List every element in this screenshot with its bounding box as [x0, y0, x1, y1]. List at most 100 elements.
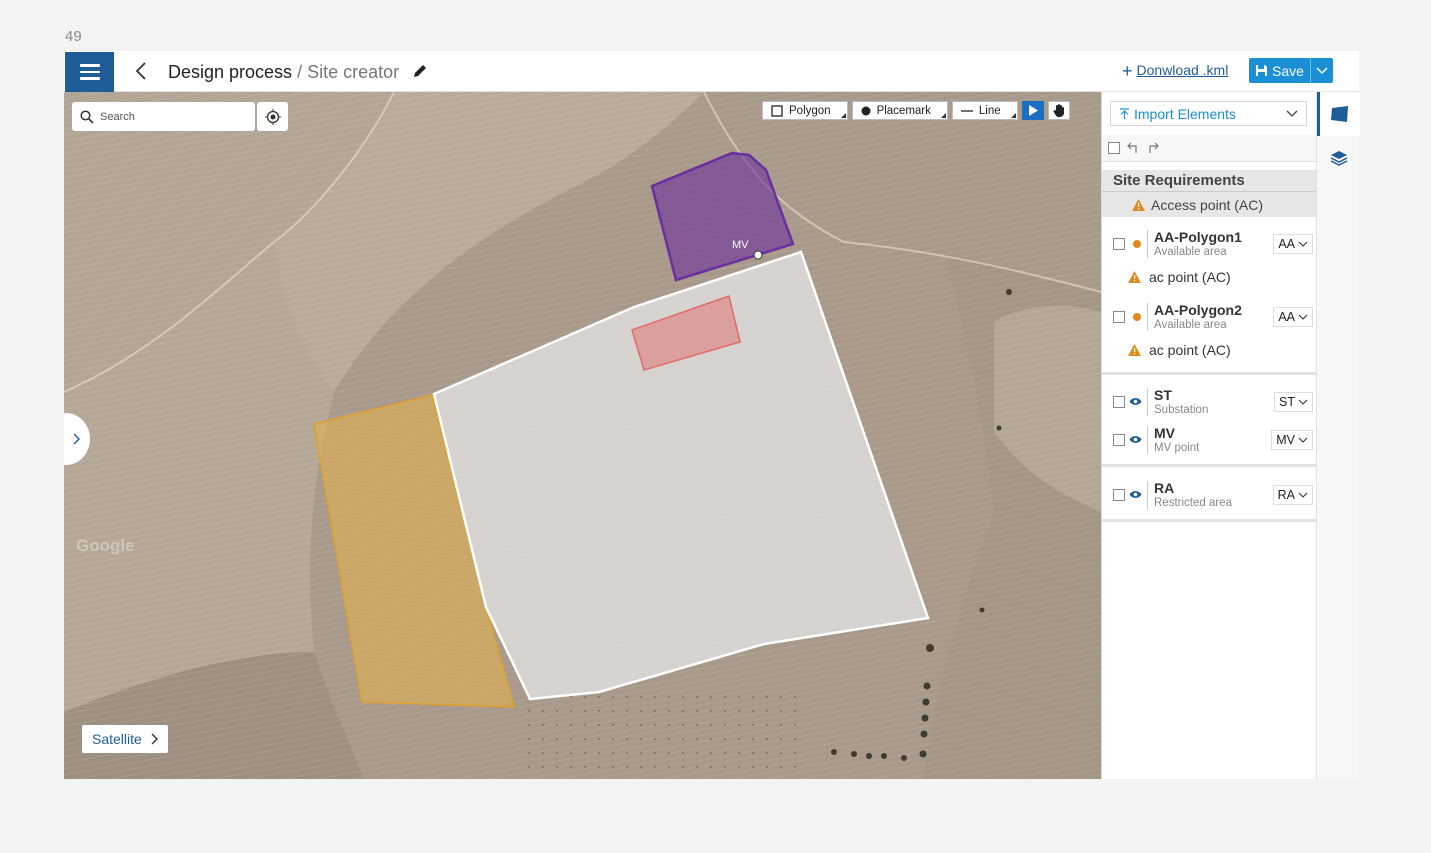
placemark-tool-label: Placemark [876, 104, 931, 117]
warning-icon [1132, 198, 1145, 211]
breadcrumb-root[interactable]: Design process [168, 62, 292, 82]
download-kml-link[interactable]: + Donwload .kml [1122, 61, 1228, 82]
play-arrow-icon [1028, 105, 1038, 116]
save-label: Save [1272, 62, 1304, 79]
pan-tool-button[interactable] [1047, 101, 1070, 120]
search-input[interactable] [100, 110, 240, 123]
rail-layers-tab[interactable] [1317, 136, 1360, 180]
warning-text: ac point (AC) [1149, 342, 1231, 358]
save-button[interactable]: Save [1249, 58, 1310, 83]
item-name: AA-Polygon2 [1154, 302, 1242, 318]
chevron-down-icon [1298, 492, 1308, 498]
section-divider [1102, 464, 1317, 467]
eye-icon[interactable] [1129, 397, 1142, 406]
floppy-disk-icon [1256, 65, 1267, 76]
item-name: RA [1154, 480, 1175, 496]
crosshair-icon [264, 108, 281, 125]
polygon2-warning: ac point (AC) [1128, 342, 1231, 358]
elements-panel: Import Elements Site Requirements Access… [1101, 92, 1317, 779]
divider [1147, 388, 1148, 416]
menu-bar [79, 70, 100, 74]
warning-icon [1128, 271, 1141, 283]
item-description: Available area [1154, 246, 1227, 258]
divider [1147, 426, 1148, 454]
divider [1147, 481, 1148, 509]
save-options-dropdown[interactable] [1309, 58, 1333, 83]
mv-point-label: MV [732, 239, 749, 251]
select-all-checkbox[interactable] [1108, 142, 1120, 154]
item-type-value: AA [1278, 237, 1295, 251]
divider [1147, 230, 1148, 258]
eye-icon[interactable] [1129, 490, 1142, 499]
list-item-aa-polygon2[interactable]: AA-Polygon2 Available area AA [1102, 299, 1317, 335]
warning-icon [1128, 344, 1141, 356]
item-type-dropdown[interactable]: RA [1272, 485, 1313, 505]
app-window: Design process / Site creator + Donwload … [64, 51, 1360, 779]
status-dot [1133, 313, 1141, 321]
item-checkbox[interactable] [1113, 489, 1125, 501]
line-tool-label: Line [978, 104, 1001, 117]
item-type-dropdown[interactable]: AA [1273, 307, 1313, 327]
rail-elements-tab[interactable] [1317, 92, 1360, 136]
satellite-map[interactable]: MV Google Polygon Placemark Line [64, 92, 1101, 779]
search-icon [80, 109, 94, 124]
item-type-value: MV [1276, 433, 1295, 447]
line-tool-button[interactable]: Line [951, 101, 1018, 120]
page-title: Design process / Site creator [168, 62, 399, 83]
item-description: Substation [1154, 404, 1209, 416]
satellite-label: Satellite [92, 731, 142, 747]
list-item-ra[interactable]: RA Restricted area RA [1102, 477, 1317, 513]
polygon-tool-button[interactable]: Polygon [762, 101, 848, 120]
site-requirements-heading: Site Requirements [1102, 170, 1317, 192]
section-divider [1102, 519, 1317, 522]
placemark-tool-button[interactable]: Placemark [851, 101, 948, 120]
import-arrow-icon [1120, 107, 1129, 119]
item-description: Restricted area [1154, 497, 1232, 509]
chevron-down-icon [1298, 314, 1308, 320]
item-checkbox[interactable] [1113, 434, 1125, 446]
item-type-value: ST [1279, 395, 1295, 409]
flag-icon [1331, 106, 1348, 122]
list-item-aa-polygon1[interactable]: AA-Polygon1 Available area AA [1102, 226, 1317, 262]
polygon-icon [771, 104, 783, 117]
map-search[interactable] [72, 102, 255, 131]
edit-history-row [1102, 135, 1317, 162]
item-type-dropdown[interactable]: ST [1274, 392, 1313, 412]
line-icon [960, 109, 973, 112]
hand-icon [1053, 104, 1064, 117]
list-item-mv[interactable]: MV MV point MV [1102, 422, 1317, 458]
eye-icon[interactable] [1129, 435, 1142, 444]
page-number: 49 [65, 28, 82, 45]
chevron-down-icon [1286, 110, 1298, 117]
item-checkbox[interactable] [1113, 311, 1125, 323]
item-checkbox[interactable] [1113, 396, 1125, 408]
chevron-down-icon [1298, 437, 1308, 443]
import-elements-dropdown[interactable]: Import Elements [1110, 101, 1307, 126]
import-elements-label: Import Elements [1134, 105, 1236, 122]
menu-bar [79, 64, 100, 67]
save-button-group: Save [1249, 58, 1333, 83]
item-type-dropdown[interactable]: MV [1271, 430, 1313, 450]
chevron-down-icon [1316, 66, 1328, 74]
chevron-right-icon [151, 733, 158, 745]
map-imagery [64, 92, 1101, 779]
item-checkbox[interactable] [1113, 238, 1125, 250]
item-type-value: AA [1278, 310, 1295, 324]
locate-button[interactable] [257, 102, 288, 131]
right-icon-rail [1316, 92, 1360, 779]
redo-icon[interactable] [1146, 142, 1160, 154]
hamburger-menu-button[interactable] [65, 52, 114, 92]
breadcrumb-current: Site creator [307, 62, 400, 82]
placemark-icon [861, 106, 871, 115]
plus-icon: + [1122, 61, 1133, 81]
list-item-st[interactable]: ST Substation ST [1102, 384, 1317, 420]
warning-text: ac point (AC) [1149, 269, 1231, 285]
undo-icon[interactable] [1126, 142, 1140, 154]
back-chevron-icon[interactable] [134, 60, 148, 86]
pencil-icon[interactable] [412, 63, 428, 84]
polygon-tool-label: Polygon [789, 104, 831, 117]
map-type-satellite-button[interactable]: Satellite [82, 725, 168, 753]
item-type-dropdown[interactable]: AA [1273, 234, 1313, 254]
item-name: AA-Polygon1 [1154, 229, 1242, 245]
select-tool-button[interactable] [1021, 101, 1044, 120]
